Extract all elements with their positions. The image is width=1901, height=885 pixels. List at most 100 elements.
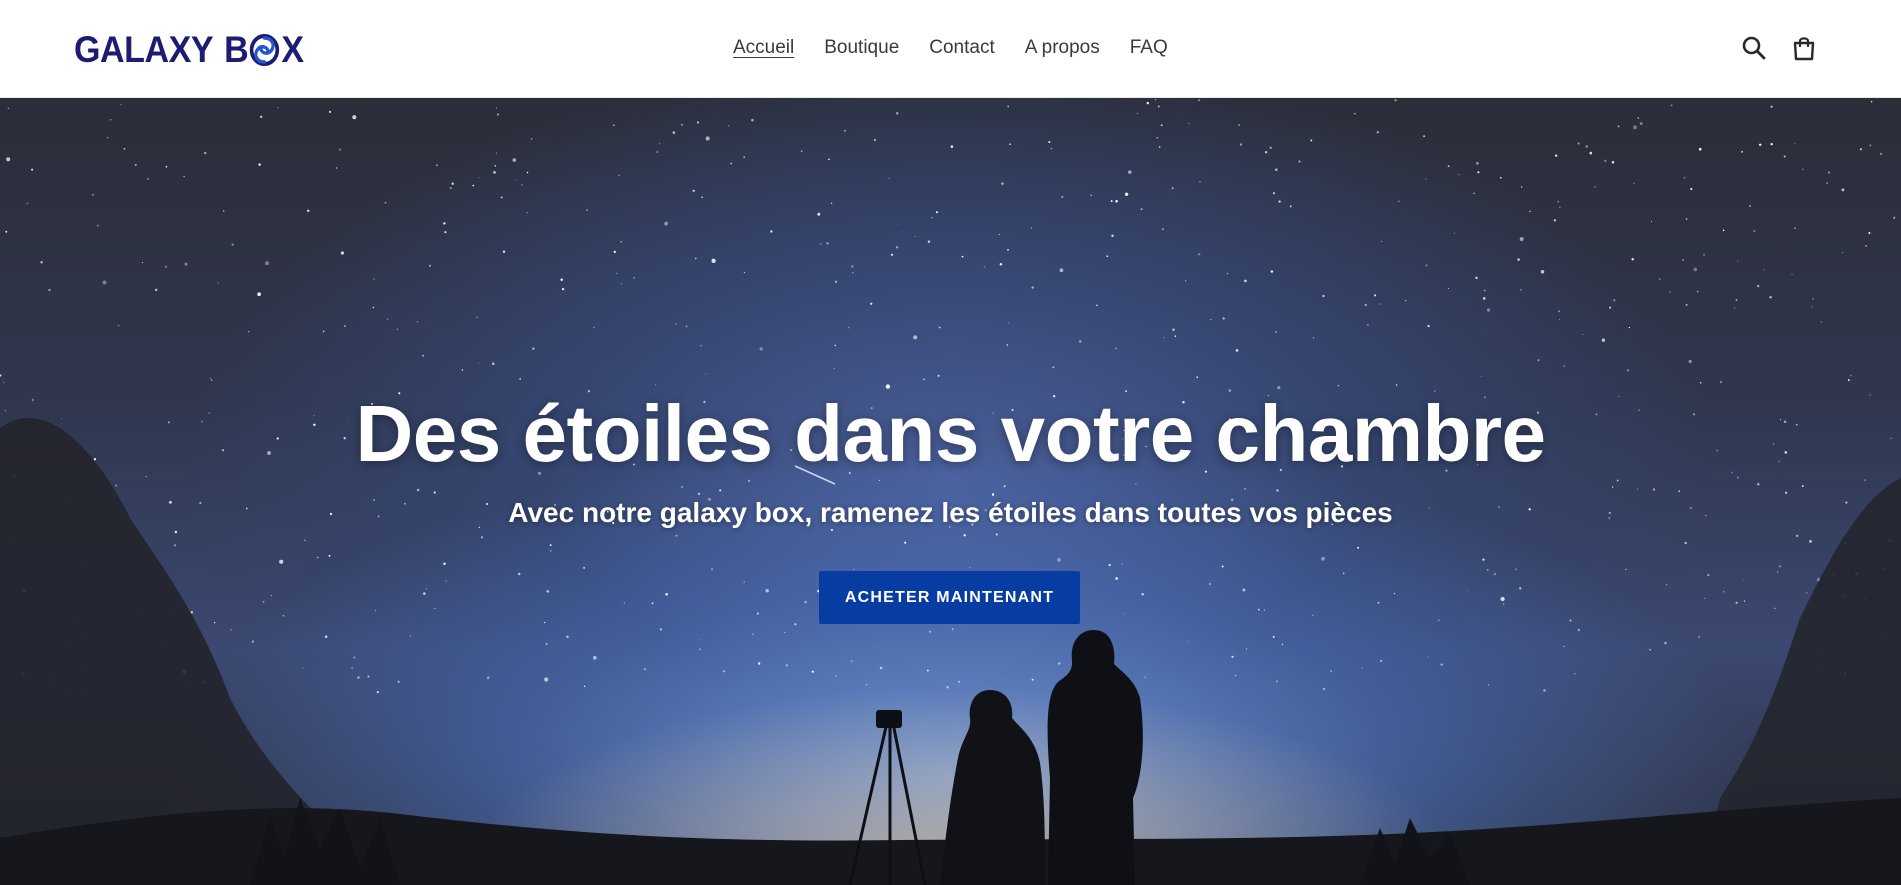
star xyxy=(1162,228,1164,230)
star xyxy=(1559,318,1561,321)
star xyxy=(1685,303,1688,306)
nav-item-faq[interactable]: FAQ xyxy=(1130,34,1168,62)
star xyxy=(593,326,595,329)
star xyxy=(1196,376,1199,379)
star xyxy=(1379,303,1381,305)
star xyxy=(1791,273,1793,275)
star xyxy=(644,668,646,671)
star xyxy=(613,250,616,254)
star xyxy=(386,318,389,321)
star xyxy=(1187,640,1189,642)
star xyxy=(656,151,659,153)
nav-item-a-propos[interactable]: A propos xyxy=(1025,34,1100,62)
star xyxy=(1353,112,1356,115)
nav-item-accueil[interactable]: Accueil xyxy=(733,34,794,62)
search-button[interactable] xyxy=(1740,34,1768,62)
star xyxy=(1289,205,1292,208)
star xyxy=(1594,186,1596,188)
star xyxy=(1244,487,1247,490)
star xyxy=(851,265,854,268)
star xyxy=(526,212,528,214)
star xyxy=(560,278,563,282)
star xyxy=(26,202,29,205)
nav-item-contact[interactable]: Contact xyxy=(929,34,994,62)
star xyxy=(476,316,478,319)
star xyxy=(1758,143,1762,147)
star xyxy=(1669,291,1671,293)
star xyxy=(184,262,188,266)
star xyxy=(259,115,263,119)
star xyxy=(675,534,678,537)
starry-sky-background xyxy=(0,99,1901,885)
star xyxy=(142,261,144,264)
star xyxy=(1009,143,1011,146)
star xyxy=(834,280,838,284)
star xyxy=(931,216,933,219)
star xyxy=(1841,188,1845,192)
star xyxy=(1141,593,1144,596)
star xyxy=(929,630,932,633)
star xyxy=(478,362,480,364)
star xyxy=(544,621,546,624)
star xyxy=(1776,571,1779,573)
star xyxy=(96,224,99,227)
star xyxy=(1048,141,1051,144)
star xyxy=(692,189,695,192)
star xyxy=(214,621,216,624)
star xyxy=(1208,583,1211,585)
star xyxy=(1364,304,1367,306)
star xyxy=(888,177,890,180)
star xyxy=(586,209,588,212)
star xyxy=(1475,276,1478,279)
buy-now-button[interactable]: ACHETER MAINTENANT xyxy=(819,571,1080,624)
star xyxy=(1110,200,1113,203)
star xyxy=(496,113,500,116)
star xyxy=(1235,349,1239,352)
star xyxy=(1625,568,1627,570)
star xyxy=(1115,347,1117,350)
star xyxy=(1231,655,1234,658)
star xyxy=(384,201,387,204)
star xyxy=(1763,269,1765,271)
star xyxy=(1810,306,1813,308)
star xyxy=(1140,208,1143,211)
star xyxy=(1826,182,1828,184)
star xyxy=(165,165,168,168)
star xyxy=(620,283,622,285)
star xyxy=(1269,146,1272,149)
nav-item-boutique[interactable]: Boutique xyxy=(824,34,899,62)
star xyxy=(322,330,325,333)
star xyxy=(835,675,837,677)
star xyxy=(1850,374,1852,377)
star xyxy=(1820,321,1823,323)
star xyxy=(1466,590,1468,592)
star xyxy=(1007,322,1010,324)
star xyxy=(428,264,431,267)
main-nav: Accueil Boutique Contact A propos FAQ xyxy=(733,34,1198,62)
star xyxy=(1171,187,1174,190)
star xyxy=(623,602,625,604)
star xyxy=(946,685,949,689)
star xyxy=(1210,319,1212,321)
star xyxy=(1115,577,1118,580)
star xyxy=(655,384,657,386)
star xyxy=(1059,268,1064,272)
star xyxy=(1221,565,1224,568)
star xyxy=(1458,173,1460,176)
star xyxy=(1868,232,1871,234)
star xyxy=(335,167,338,169)
logo[interactable]: GALAXY B X xyxy=(74,29,304,70)
star xyxy=(757,662,761,665)
star xyxy=(998,233,1000,235)
star xyxy=(1128,170,1132,174)
star xyxy=(1519,587,1522,590)
star xyxy=(376,690,379,694)
star xyxy=(1757,483,1760,486)
star xyxy=(999,262,1003,266)
star xyxy=(1842,251,1844,254)
hero-subtitle: Avec notre galaxy box, ramenez les étoil… xyxy=(508,497,1393,528)
star xyxy=(495,107,497,109)
cart-button[interactable] xyxy=(1790,34,1818,62)
star xyxy=(852,272,854,274)
star xyxy=(1264,151,1268,154)
